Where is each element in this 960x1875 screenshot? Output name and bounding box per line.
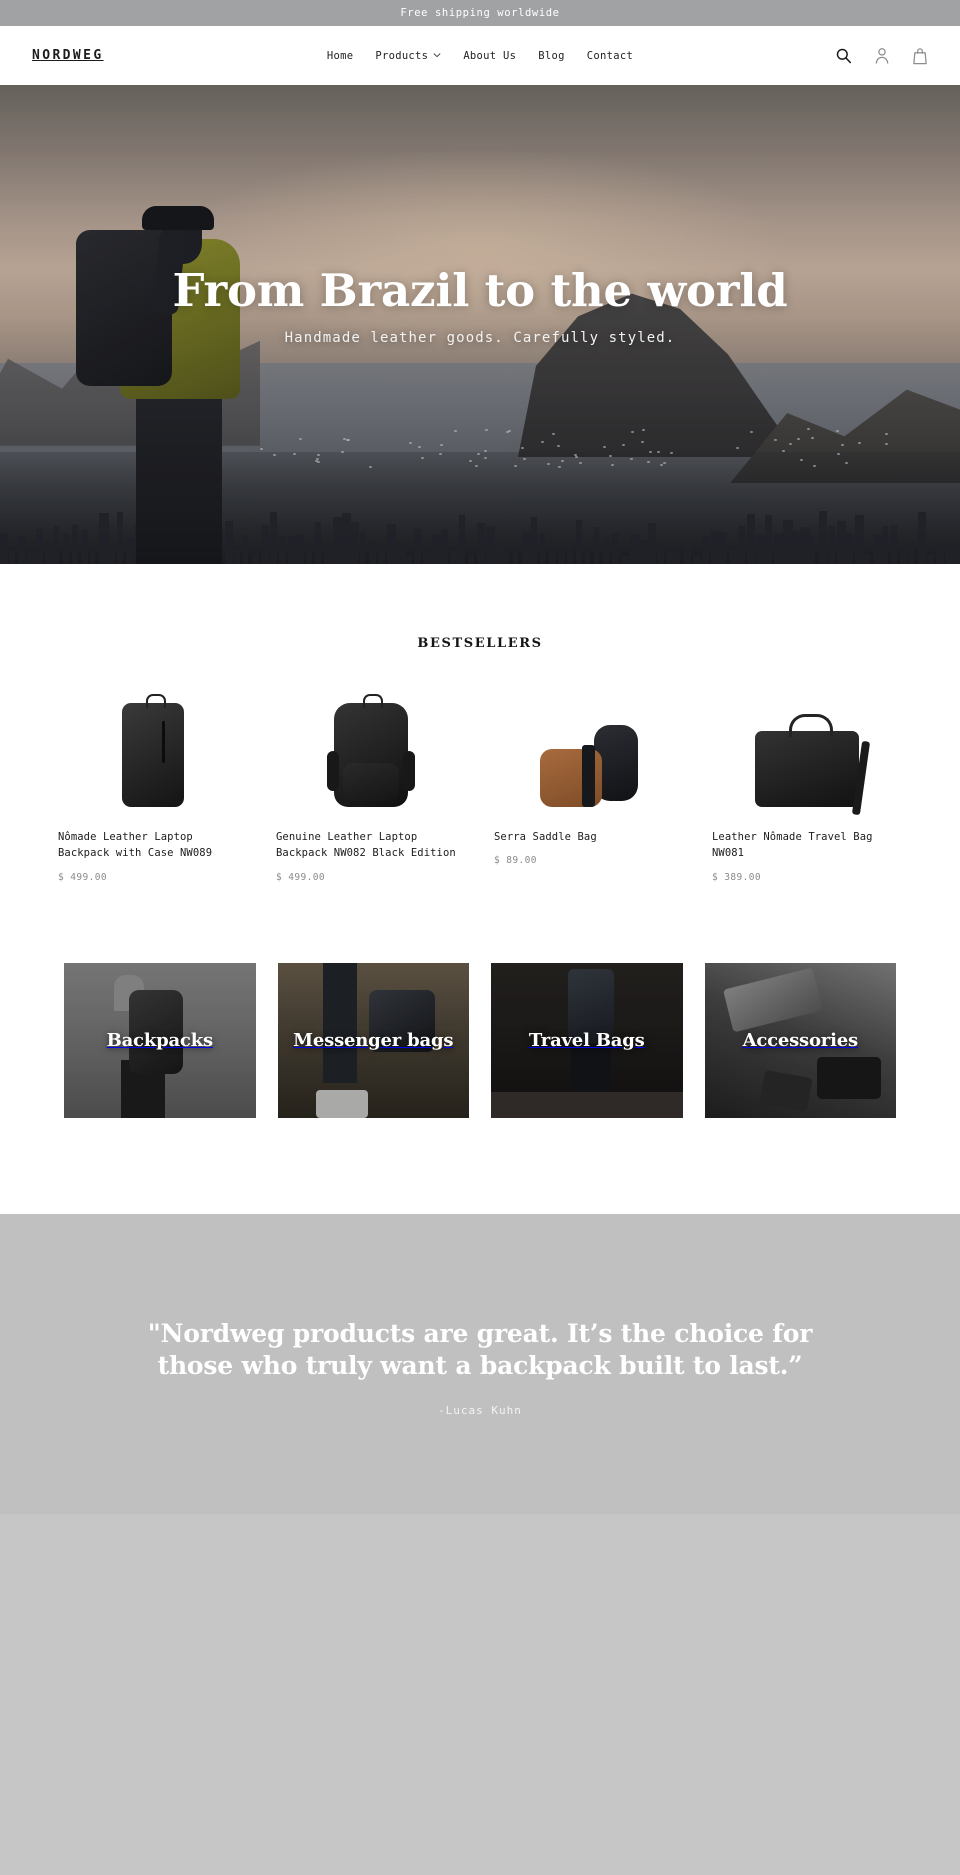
main-navigation: Home Products About Us Blog Contact: [0, 50, 960, 62]
travel-bag-icon: [755, 714, 871, 816]
category-label: Accessories: [742, 1029, 859, 1051]
cart-icon[interactable]: [912, 47, 928, 65]
travel-bag-strap: [851, 740, 871, 816]
category-tile-travel-bags[interactable]: Travel Bags: [491, 962, 683, 1118]
category-label: Travel Bags: [528, 1029, 645, 1051]
product-price: $ 389.00: [712, 871, 761, 883]
product-image: [276, 687, 466, 807]
chevron-down-icon: [433, 51, 441, 59]
product-title: Genuine Leather Laptop Backpack NW082 Bl…: [276, 831, 456, 860]
product-price: $ 89.00: [494, 855, 537, 867]
product-card[interactable]: Nômade Leather Laptop Backpack with Case…: [44, 687, 262, 883]
announcement-bar: Free shipping worldwide: [0, 0, 960, 26]
nav-item-label: Contact: [586, 49, 634, 62]
product-card[interactable]: Serra Saddle Bag $ 89.00: [480, 687, 698, 883]
testimonial-quote: "Nordweg products are great. It’s the ch…: [147, 1318, 813, 1380]
product-image: [712, 687, 902, 816]
nav-item-products[interactable]: Products: [375, 50, 441, 62]
nav-item-contact[interactable]: Contact: [587, 50, 633, 62]
product-price: $ 499.00: [58, 871, 107, 883]
category-grid: Backpacks Messenger bags Travel Bags Acc…: [0, 962, 960, 1118]
backpack-black-icon: [327, 694, 415, 807]
product-grid: Nômade Leather Laptop Backpack with Case…: [0, 687, 960, 883]
nav-item-about-us[interactable]: About Us: [463, 50, 516, 62]
backpack-front-pocket: [343, 763, 399, 801]
header-actions: [835, 47, 928, 65]
page-root: Free shipping worldwide NORDWEG Home Pro…: [0, 0, 960, 1664]
nav-item-label: Products: [375, 49, 429, 62]
product-card[interactable]: Leather Nômade Travel Bag NW081 $ 389.00: [698, 687, 916, 883]
section-title-bestsellers: BESTSELLERS: [417, 636, 543, 651]
product-title: Serra Saddle Bag: [494, 831, 597, 843]
category-tile-messenger-bags[interactable]: Messenger bags: [277, 962, 469, 1118]
testimonial-author: -Lucas Kuhn: [438, 1403, 522, 1417]
backpack-laptop-icon: [122, 694, 184, 807]
brand-logo[interactable]: NORDWEG: [32, 48, 104, 63]
hero-copy: From Brazil to the world Handmade leathe…: [0, 264, 960, 347]
saddle-bag-icon: [540, 723, 638, 807]
page-footer-area: [0, 1513, 960, 1664]
product-image: [58, 687, 248, 807]
announcement-text: Free shipping worldwide: [400, 7, 560, 19]
product-image: [494, 687, 684, 807]
nav-item-label: Blog: [538, 49, 565, 62]
product-title: Nômade Leather Laptop Backpack with Case…: [58, 831, 213, 860]
product-price: $ 499.00: [276, 871, 325, 883]
nav-item-blog[interactable]: Blog: [538, 50, 565, 62]
category-tile-accessories[interactable]: Accessories: [704, 962, 896, 1118]
account-icon[interactable]: [874, 47, 890, 65]
product-title: Leather Nômade Travel Bag NW081: [712, 831, 873, 860]
category-tile-backpacks[interactable]: Backpacks: [64, 962, 256, 1118]
testimonial-section: "Nordweg products are great. It’s the ch…: [0, 1213, 960, 1514]
bestsellers-section: BESTSELLERS Nômade Leather Laptop Backpa…: [0, 564, 960, 1214]
nav-item-label: About Us: [463, 49, 517, 62]
hero-title: From Brazil to the world: [172, 264, 788, 317]
hero-subtitle: Handmade leather goods. Carefully styled…: [284, 330, 676, 347]
nav-item-label: Home: [326, 49, 354, 62]
saddle-bag-strap: [582, 745, 595, 807]
hero-banner: From Brazil to the world Handmade leathe…: [0, 85, 960, 564]
site-header: NORDWEG Home Products About Us Blog Cont…: [0, 26, 960, 85]
search-icon[interactable]: [835, 47, 852, 64]
category-label: Backpacks: [106, 1029, 214, 1051]
nav-item-home[interactable]: Home: [327, 50, 354, 62]
category-label: Messenger bags: [293, 1029, 454, 1051]
backpack-side-pocket-left: [327, 751, 339, 791]
product-card[interactable]: Genuine Leather Laptop Backpack NW082 Bl…: [262, 687, 480, 883]
backpack-side-pocket-right: [403, 751, 415, 791]
